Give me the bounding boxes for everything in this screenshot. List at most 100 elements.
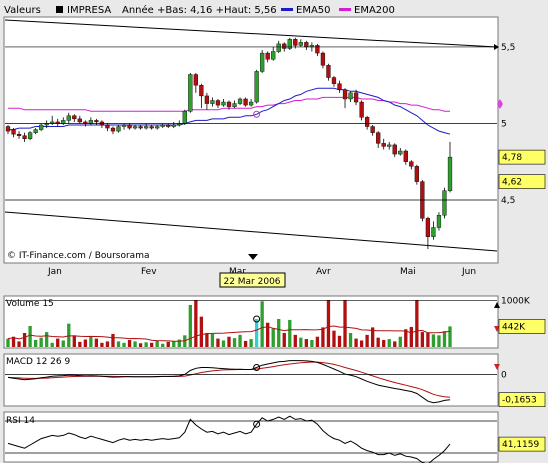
volume-bar xyxy=(6,338,10,347)
price-tick-label: 5,5 xyxy=(501,43,515,53)
volume-bar xyxy=(39,337,43,347)
volume-tick-label: 1000K xyxy=(501,296,531,306)
volume-bar xyxy=(348,333,353,347)
candle-body xyxy=(22,135,27,139)
volume-bar xyxy=(260,301,264,347)
volume-bar xyxy=(299,337,303,347)
volume-bar xyxy=(354,338,358,347)
legend-label-ema200: EMA200 xyxy=(354,5,395,16)
candle-body xyxy=(132,126,138,129)
candle-body xyxy=(425,218,431,237)
volume-bar xyxy=(72,335,76,347)
volume-bar xyxy=(332,330,336,347)
volume-bar xyxy=(127,340,132,347)
volume-bar xyxy=(387,339,391,347)
candle-body xyxy=(364,117,370,127)
candle-body xyxy=(337,83,342,90)
volume-bar xyxy=(442,331,447,347)
price-value-tag-label: 4,62 xyxy=(502,178,522,188)
volume-bar xyxy=(89,336,93,347)
candle-body xyxy=(88,120,94,124)
volume-bar xyxy=(111,333,115,347)
candle-body xyxy=(359,101,364,118)
candle-body xyxy=(199,85,204,97)
volume-bar xyxy=(382,340,386,347)
volume-bar xyxy=(133,341,137,347)
volume-bar xyxy=(315,336,320,347)
candle-body xyxy=(403,150,408,162)
candle-body xyxy=(110,127,116,132)
legend-label-ema50: EMA50 xyxy=(296,5,331,16)
candle-body xyxy=(121,124,127,127)
candle-body xyxy=(353,92,359,103)
candle-body xyxy=(331,77,337,84)
candle-body xyxy=(376,132,381,144)
volume-bar xyxy=(194,300,198,347)
month-label-jun: Jun xyxy=(461,267,476,277)
volume-bar xyxy=(398,336,402,347)
volume-bar xyxy=(138,343,143,347)
volume-bar xyxy=(166,341,170,347)
volume-bar xyxy=(144,342,148,347)
candle-body xyxy=(116,126,121,132)
volume-bar xyxy=(33,340,38,347)
candle-body xyxy=(127,124,132,129)
candle-body xyxy=(381,143,386,147)
candle-body xyxy=(265,52,270,60)
cursor-date-label: 22 Mar 2006 xyxy=(223,277,280,287)
volume-bar xyxy=(177,339,181,347)
volume-bar xyxy=(205,333,209,347)
volume-bar xyxy=(249,339,253,347)
rsi-panel xyxy=(3,411,499,463)
volume-bar xyxy=(172,341,176,347)
volume-bar xyxy=(277,319,281,347)
volume-bar xyxy=(94,338,99,347)
candle-body xyxy=(282,43,287,49)
month-label-jan: Jan xyxy=(47,267,62,277)
candle-body xyxy=(293,39,298,46)
price-panel xyxy=(3,16,499,264)
volume-bar xyxy=(326,300,331,347)
volume-bar xyxy=(404,329,408,347)
price-tick-label: 4,5 xyxy=(501,196,515,206)
candle-body xyxy=(204,95,210,104)
source-credit: © IT-Finance.com / Boursorama xyxy=(7,251,149,261)
candle-body xyxy=(304,42,309,48)
volume-bar xyxy=(210,333,215,347)
volume-bar xyxy=(232,338,237,347)
volume-bar xyxy=(359,340,364,347)
candle-body xyxy=(315,45,320,54)
candle-body xyxy=(210,100,215,104)
candle-body xyxy=(155,126,160,129)
candle-body xyxy=(254,71,259,103)
volume-bar xyxy=(393,341,397,347)
candle-body xyxy=(248,101,254,106)
volume-bar xyxy=(271,328,275,347)
candle-body xyxy=(226,101,232,107)
volume-bar xyxy=(238,334,242,347)
volume-bar xyxy=(431,334,436,347)
candle-body xyxy=(149,126,154,129)
candle-body xyxy=(94,120,99,123)
volume-bar xyxy=(304,339,309,347)
month-label-avr: Avr xyxy=(316,267,331,277)
macd-title: MACD 12 26 9 xyxy=(6,357,70,367)
candle-body xyxy=(414,166,419,182)
candle-body xyxy=(39,124,44,130)
volume-bar xyxy=(293,334,297,347)
volume-bar xyxy=(243,340,248,347)
candle-body xyxy=(442,190,447,216)
volume-bar xyxy=(56,338,60,347)
volume-bar xyxy=(420,332,425,347)
month-label-mai: Mai xyxy=(400,267,416,277)
candle-body xyxy=(160,124,165,127)
volume-bar xyxy=(188,305,192,347)
candle-body xyxy=(392,144,397,155)
candle-body xyxy=(409,161,414,167)
candle-body xyxy=(11,129,16,135)
volume-bar xyxy=(343,300,347,347)
candle-body xyxy=(27,132,33,139)
candle-body xyxy=(271,51,276,60)
candle-body xyxy=(171,124,176,127)
candle-body xyxy=(260,52,265,72)
